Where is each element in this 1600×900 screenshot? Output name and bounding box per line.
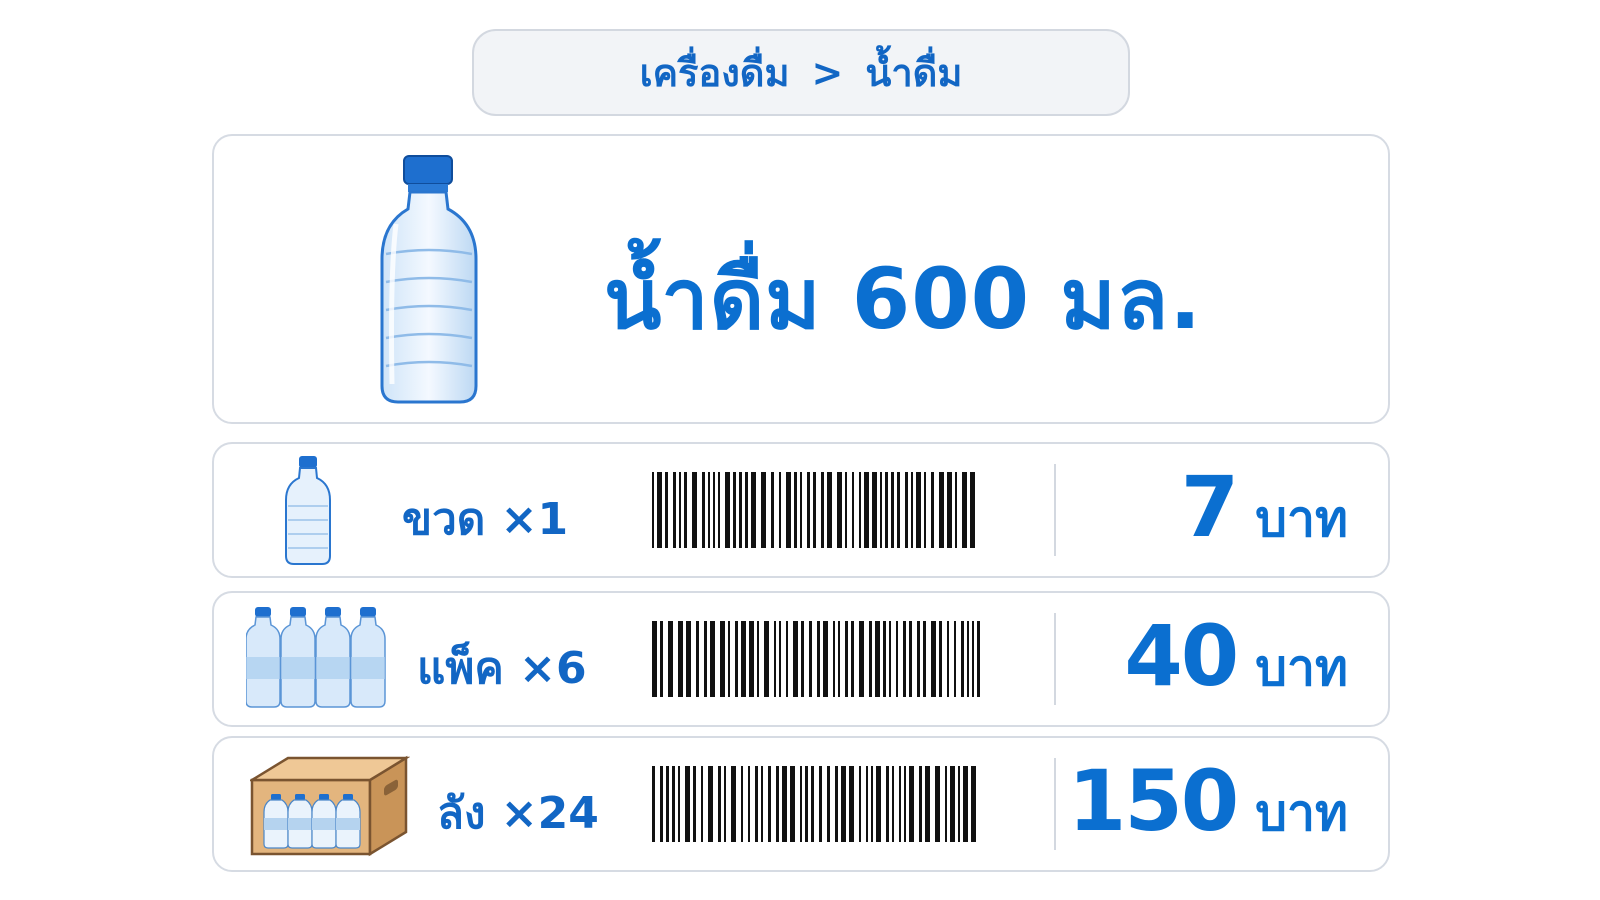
product-title: น้ำดื่ม 600 มล.	[604, 250, 1203, 348]
price-value: 7	[1180, 458, 1239, 556]
price-value: 40	[1124, 607, 1239, 705]
option-row-bottle[interactable]: ขวด ×1 7 บาท	[212, 442, 1390, 578]
option-row-pack[interactable]: แพ็ค ×6 40 บาท	[212, 591, 1390, 727]
barcode	[652, 621, 980, 697]
breadcrumb-category[interactable]: เครื่องดื่ม	[640, 42, 790, 103]
barcode	[652, 766, 976, 842]
divider	[1054, 758, 1056, 850]
price-currency: บาท	[1255, 639, 1348, 697]
option-price: 150 บาท	[1068, 752, 1348, 853]
product-header-card: น้ำดื่ม 600 มล.	[212, 134, 1390, 424]
option-price: 40 บาท	[1124, 607, 1348, 708]
option-label: ขวด ×1	[402, 494, 569, 545]
price-currency: บาท	[1255, 490, 1348, 548]
case-box-icon	[250, 755, 410, 857]
divider	[1054, 613, 1056, 705]
water-bottle-icon	[380, 155, 478, 404]
option-label: แพ็ค ×6	[417, 643, 587, 694]
six-pack-icon	[246, 606, 386, 708]
single-bottle-icon	[285, 456, 331, 565]
barcode	[652, 472, 975, 548]
price-currency: บาท	[1255, 784, 1348, 842]
breadcrumb: เครื่องดื่ม > น้ำดื่ม	[472, 29, 1130, 116]
breadcrumb-subcategory[interactable]: น้ำดื่ม	[865, 42, 962, 103]
option-label: ลัง ×24	[437, 788, 599, 839]
option-row-case[interactable]: ลัง ×24 150 บาท	[212, 736, 1390, 872]
divider	[1054, 464, 1056, 556]
breadcrumb-separator: >	[811, 50, 844, 95]
price-value: 150	[1067, 752, 1239, 850]
option-price: 7 บาท	[1181, 458, 1348, 559]
